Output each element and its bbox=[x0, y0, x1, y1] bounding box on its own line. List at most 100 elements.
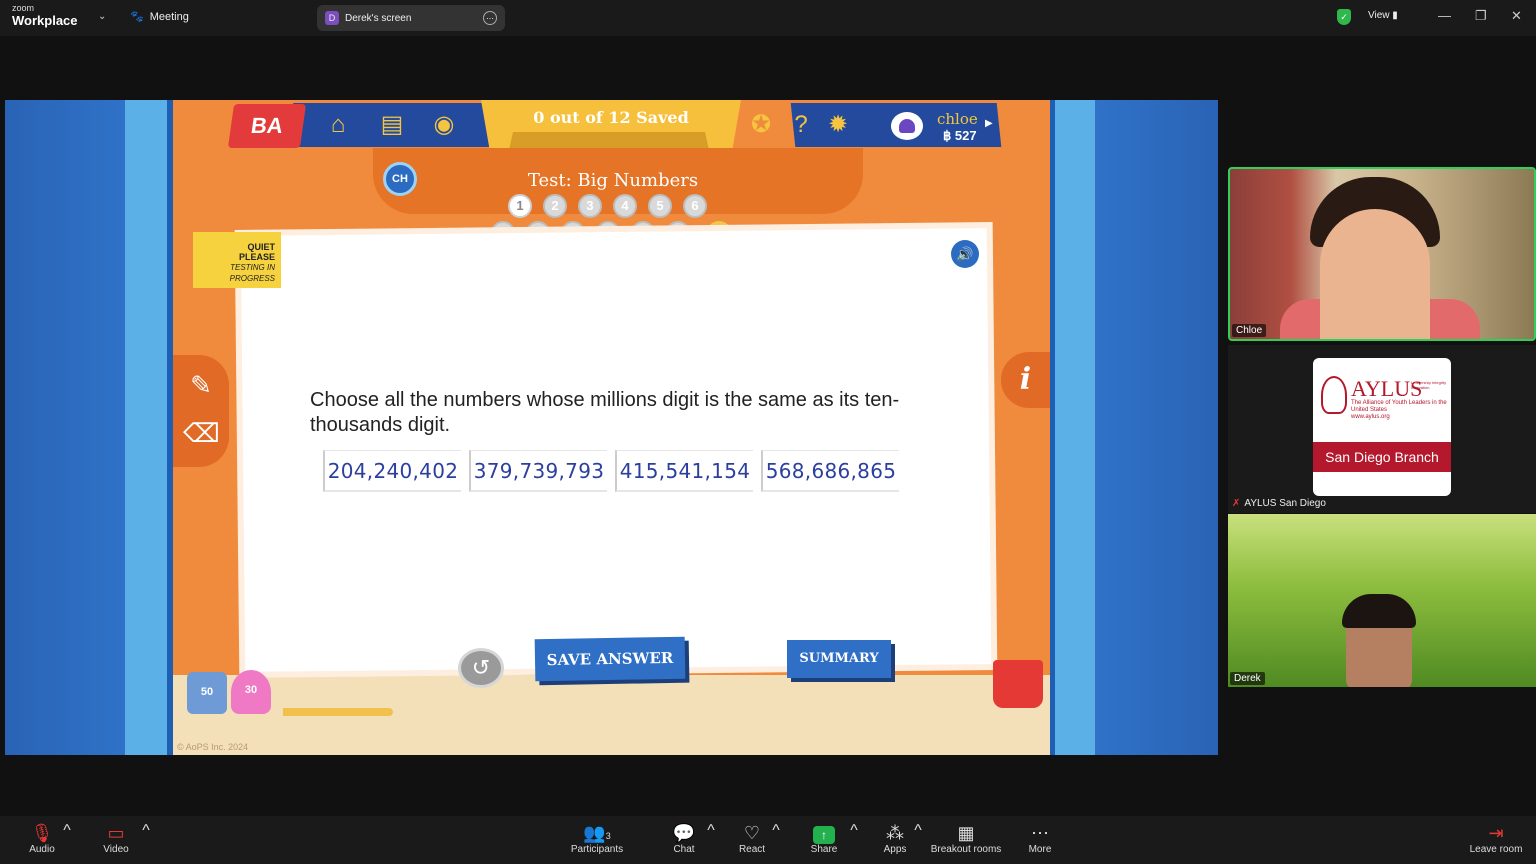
question-number-4[interactable]: 4 bbox=[613, 194, 637, 218]
monster-pink: 30 bbox=[231, 670, 271, 714]
security-shield-icon[interactable]: ✓ bbox=[1337, 9, 1351, 25]
chevron-right-icon[interactable]: ▶ bbox=[985, 118, 993, 129]
quiet-line-4: PROGRESS bbox=[229, 274, 275, 283]
paw-icon: 🐾 bbox=[130, 11, 144, 23]
aylus-logo-card: AYLUS Leadership Integrity Innovation Th… bbox=[1313, 358, 1451, 496]
brand-large: Workplace bbox=[12, 13, 78, 28]
screen-label: Derek's screen bbox=[345, 12, 412, 24]
more-button[interactable]: ⋯ More bbox=[1000, 822, 1080, 855]
background-strip-left bbox=[125, 100, 167, 755]
settings-gear-icon[interactable]: ✹ bbox=[823, 110, 853, 140]
lightbulb-icon bbox=[1321, 376, 1347, 414]
answer-choice-1[interactable]: 204,240,402 bbox=[323, 450, 461, 492]
brand-small: zoom bbox=[12, 3, 35, 13]
quiet-line-2: PLEASE bbox=[238, 252, 275, 262]
participants-count: 3 bbox=[605, 831, 611, 841]
meeting-label: Meeting bbox=[149, 10, 189, 23]
speaker-icon[interactable]: 🔊 bbox=[951, 240, 979, 268]
question-number-6[interactable]: 6 bbox=[683, 194, 707, 218]
share-screen-icon: ↑ bbox=[813, 826, 835, 844]
pencil-cup-decoration bbox=[993, 660, 1043, 708]
aylus-subtitle: The Alliance of Youth Leaders in the Uni… bbox=[1351, 400, 1449, 421]
participants-button[interactable]: 👥3 Participants bbox=[557, 822, 637, 855]
close-icon[interactable]: ✕ bbox=[1511, 8, 1522, 24]
participant-name: Chloe bbox=[1232, 324, 1267, 337]
background-strip-right bbox=[1055, 100, 1095, 755]
video-options-caret[interactable]: ^ bbox=[141, 822, 151, 840]
meeting-toolbar: 🎙 Audio ^ ▭ Video ^ 👥3 Participants 💬 Ch… bbox=[0, 816, 1536, 864]
answer-choice-3[interactable]: 415,541,154 bbox=[615, 450, 753, 492]
breakout-rooms-icon: ▦ bbox=[957, 823, 975, 843]
leave-room-icon: ⇥ bbox=[1488, 823, 1504, 843]
participant-name-row: ✗ AYLUS San Diego bbox=[1232, 498, 1326, 509]
apps-options-caret[interactable]: ^ bbox=[913, 822, 923, 840]
question-number-3[interactable]: 3 bbox=[578, 194, 602, 218]
audio-label: Audio bbox=[29, 844, 55, 855]
sharer-avatar: D bbox=[325, 11, 339, 25]
quiet-line-3: TESTING IN bbox=[230, 263, 275, 272]
user-bucks: ฿ 527 bbox=[943, 128, 977, 143]
participant-name: Derek bbox=[1230, 672, 1265, 685]
more-icon: ⋯ bbox=[1031, 823, 1049, 843]
award-ribbon-icon[interactable]: ✪ bbox=[746, 110, 776, 140]
chapter-badge[interactable]: CH bbox=[383, 162, 417, 196]
video-tile-chloe[interactable]: Chloe bbox=[1228, 167, 1536, 341]
derek-hair bbox=[1342, 594, 1416, 628]
quiet-line-1: QUIET bbox=[247, 242, 275, 252]
help-icon[interactable]: ? bbox=[786, 110, 816, 140]
monster-blue: 50 bbox=[187, 672, 227, 714]
test-title: Test: Big Numbers bbox=[527, 170, 699, 191]
tools-tab: ✎ ⌫ bbox=[173, 355, 229, 467]
eraser-icon[interactable]: ⌫ bbox=[183, 415, 220, 451]
game-nav-bar: BA ⌂ ▤ ◉ 0 out of 12 Saved ✪ ? ✹ chloe ฿… bbox=[227, 100, 1002, 160]
home-icon[interactable]: ⌂ bbox=[323, 110, 353, 140]
aylus-url: www.aylus.org bbox=[1351, 414, 1390, 420]
apps-label: Apps bbox=[883, 844, 907, 855]
chloe-face bbox=[1320, 209, 1430, 339]
zoom-logo[interactable]: zoom Workplace bbox=[12, 4, 78, 29]
saved-status: 0 out of 12 Saved bbox=[533, 108, 689, 127]
participant-name: AYLUS San Diego bbox=[1244, 498, 1326, 509]
restore-icon[interactable]: ❐ bbox=[1475, 8, 1487, 24]
question-number-5[interactable]: 5 bbox=[648, 194, 672, 218]
apps-button[interactable]: ⁂ Apps bbox=[855, 822, 935, 855]
more-options-icon[interactable]: ⋯ bbox=[483, 11, 497, 25]
audio-options-caret[interactable]: ^ bbox=[62, 822, 72, 840]
view-button[interactable]: View ▮ bbox=[1368, 10, 1398, 21]
question-number-2[interactable]: 2 bbox=[543, 194, 567, 218]
video-camera-icon[interactable]: ◉ bbox=[429, 110, 459, 140]
background-right bbox=[1095, 100, 1218, 755]
leave-label: Leave room bbox=[1469, 844, 1523, 855]
breakout-rooms-button[interactable]: ▦ Breakout rooms bbox=[926, 822, 1006, 855]
video-tile-derek[interactable]: Derek bbox=[1228, 514, 1536, 687]
pencil-icon[interactable]: ✎ bbox=[183, 367, 219, 403]
aylus-branch: San Diego Branch bbox=[1313, 442, 1451, 472]
question-text: Choose all the numbers whose millions di… bbox=[310, 389, 900, 436]
user-name[interactable]: chloe bbox=[937, 110, 978, 128]
leave-room-button[interactable]: ⇥ Leave room bbox=[1456, 822, 1536, 855]
react-options-caret[interactable]: ^ bbox=[771, 822, 781, 840]
save-answer-button[interactable]: SAVE ANSWER bbox=[534, 636, 686, 682]
more-label: More bbox=[1028, 844, 1052, 855]
participants-label: Participants bbox=[570, 844, 624, 855]
answer-choice-2[interactable]: 379,739,793 bbox=[469, 450, 607, 492]
answer-choice-4[interactable]: 568,686,865 bbox=[761, 450, 899, 492]
user-avatar[interactable] bbox=[891, 112, 923, 140]
screen-share-pill[interactable]: D Derek's screen ⋯ bbox=[317, 5, 505, 31]
minimize-icon[interactable]: — bbox=[1438, 8, 1451, 23]
chevron-down-icon[interactable]: ⌄ bbox=[98, 11, 106, 22]
game-frame: BA ⌂ ▤ ◉ 0 out of 12 Saved ✪ ? ✹ chloe ฿… bbox=[173, 100, 1050, 755]
info-icon[interactable]: i bbox=[1001, 352, 1050, 408]
video-label: Video bbox=[103, 844, 129, 855]
meeting-button[interactable]: 🐾 Meeting bbox=[130, 10, 189, 24]
book-icon[interactable]: ▤ bbox=[377, 110, 407, 140]
question-number-1[interactable]: 1 bbox=[508, 194, 532, 218]
video-tile-aylus[interactable]: AYLUS Leadership Integrity Innovation Th… bbox=[1228, 345, 1536, 513]
reset-button[interactable]: ↺ bbox=[458, 648, 504, 688]
share-label: Share bbox=[810, 844, 838, 855]
aylus-subtitle-text: The Alliance of Youth Leaders in the Uni… bbox=[1351, 400, 1447, 413]
monster-illustration: 50 30 bbox=[179, 650, 279, 720]
summary-button[interactable]: SUMMARY bbox=[787, 640, 891, 678]
shared-screen: BA ⌂ ▤ ◉ 0 out of 12 Saved ✪ ? ✹ chloe ฿… bbox=[5, 100, 1218, 755]
beast-academy-logo[interactable]: BA bbox=[227, 104, 307, 148]
